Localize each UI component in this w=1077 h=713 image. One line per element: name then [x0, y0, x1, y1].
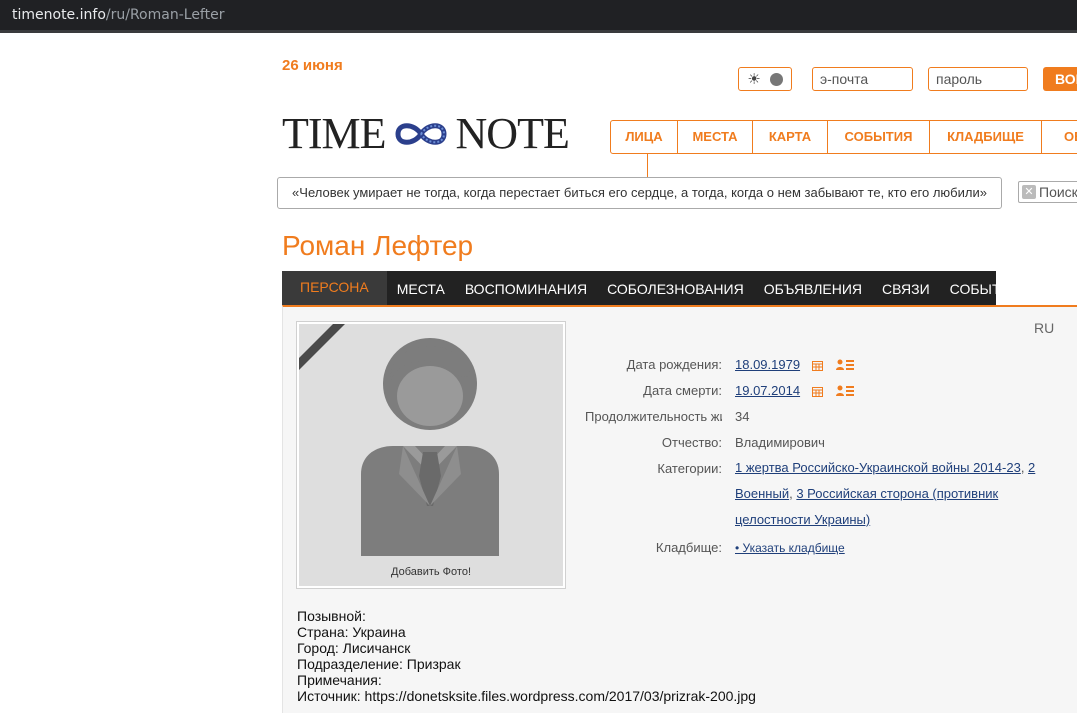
language-label: RU: [1034, 320, 1055, 336]
tab-events[interactable]: СОБЫТИЯ: [940, 271, 1031, 305]
cemetery-label: Кладбище:: [655, 540, 722, 555]
nav-item-cemetery[interactable]: КЛАДБИЩЕ: [930, 121, 1042, 153]
logo-text-time: TIME: [282, 109, 387, 158]
tab-relations[interactable]: СВЯЗИ: [872, 271, 940, 305]
detail-line: Город: Лисичанск: [297, 640, 411, 656]
search-placeholder: Поиск: [1039, 184, 1077, 200]
category-separator: ,: [1020, 460, 1029, 475]
nav-item-map[interactable]: КАРТА: [753, 121, 828, 153]
password-input[interactable]: [928, 67, 1028, 91]
main-navigation: ЛИЦА МЕСТА КАРТА СОБЫТИЯ КЛАДБИЩЕ ОБ: [610, 120, 1077, 154]
search-input[interactable]: ✕ Поиск: [1018, 181, 1077, 203]
birth-date-label: Дата рождения:: [626, 357, 722, 372]
death-date-label: Дата смерти:: [643, 383, 722, 398]
calendar-icon[interactable]: [811, 360, 823, 371]
address-url[interactable]: timenote.info/ru/Roman-Lefter: [12, 7, 224, 23]
logo-text-note: NOTE: [455, 109, 570, 158]
login-button[interactable]: ВОЙТИ: [1043, 67, 1077, 91]
category-link[interactable]: 1 жертва Российско-Украинской войны 2014…: [735, 460, 1021, 475]
add-photo-label[interactable]: Добавить Фото!: [299, 566, 563, 578]
nav-item-places[interactable]: МЕСТА: [678, 121, 753, 153]
patronymic-label: Отчество:: [661, 435, 722, 450]
patronymic-value: Владимирович: [735, 435, 825, 450]
tab-memories[interactable]: ВОСПОМИНАНИЯ: [455, 271, 597, 305]
person-avatar-icon: [361, 338, 499, 556]
life-duration-value: 34: [735, 409, 750, 424]
browser-address-bar[interactable]: timenote.info/ru/Roman-Lefter: [0, 0, 1077, 33]
detail-line: Страна: Украина: [297, 624, 406, 640]
detail-line: Подразделение: Призрак: [297, 656, 461, 672]
site-logo[interactable]: TIME NOTE: [282, 109, 570, 158]
life-duration-label: Продолжительность жизни:: [585, 409, 722, 424]
infinity-logo-icon: [395, 123, 447, 145]
url-path: /ru/Roman-Lefter: [105, 7, 225, 23]
detail-line: Позывной:: [297, 608, 366, 624]
birth-date-link[interactable]: 18.09.1979: [735, 357, 800, 372]
set-cemetery-link[interactable]: • Указать кладбище: [735, 541, 845, 555]
death-date-link[interactable]: 19.07.2014: [735, 383, 800, 398]
nav-item-more[interactable]: ОБ: [1042, 121, 1077, 153]
detail-line: Примечания:: [297, 672, 382, 688]
calendar-icon[interactable]: [811, 386, 823, 397]
nav-divider: [647, 154, 648, 179]
sun-icon: ☀: [747, 70, 761, 88]
tab-places[interactable]: МЕСТА: [387, 271, 455, 305]
person-photo-placeholder[interactable]: Добавить Фото!: [296, 321, 566, 589]
email-input[interactable]: [812, 67, 913, 91]
tab-condolences[interactable]: СОБОЛЕЗНОВАНИЯ: [597, 271, 754, 305]
person-list-icon[interactable]: [836, 385, 855, 397]
url-host: timenote.info: [12, 7, 106, 23]
nav-item-faces[interactable]: ЛИЦА: [611, 121, 678, 153]
nav-item-events[interactable]: СОБЫТИЯ: [828, 121, 930, 153]
person-tabs: ПЕРСОНА МЕСТА ВОСПОМИНАНИЯ СОБОЛЕЗНОВАНИ…: [282, 271, 1021, 305]
tab-person[interactable]: ПЕРСОНА: [282, 271, 387, 305]
person-list-icon[interactable]: [836, 359, 855, 371]
moon-icon: [769, 72, 783, 86]
theme-toggle[interactable]: ☀: [738, 67, 792, 91]
quote-banner: «Человек умирает не тогда, когда переста…: [277, 177, 1002, 209]
categories-label: Категории:: [657, 461, 722, 476]
tab-announcements[interactable]: ОБЪЯВЛЕНИЯ: [754, 271, 872, 305]
detail-line: Источник: https://donetsksite.files.word…: [297, 688, 756, 704]
person-details: Позывной: Страна: Украина Город: Лисичан…: [297, 608, 756, 704]
page-title: Роман Лефтер: [282, 230, 474, 261]
current-date: 26 июня: [282, 57, 343, 74]
close-icon[interactable]: ✕: [1022, 185, 1036, 199]
